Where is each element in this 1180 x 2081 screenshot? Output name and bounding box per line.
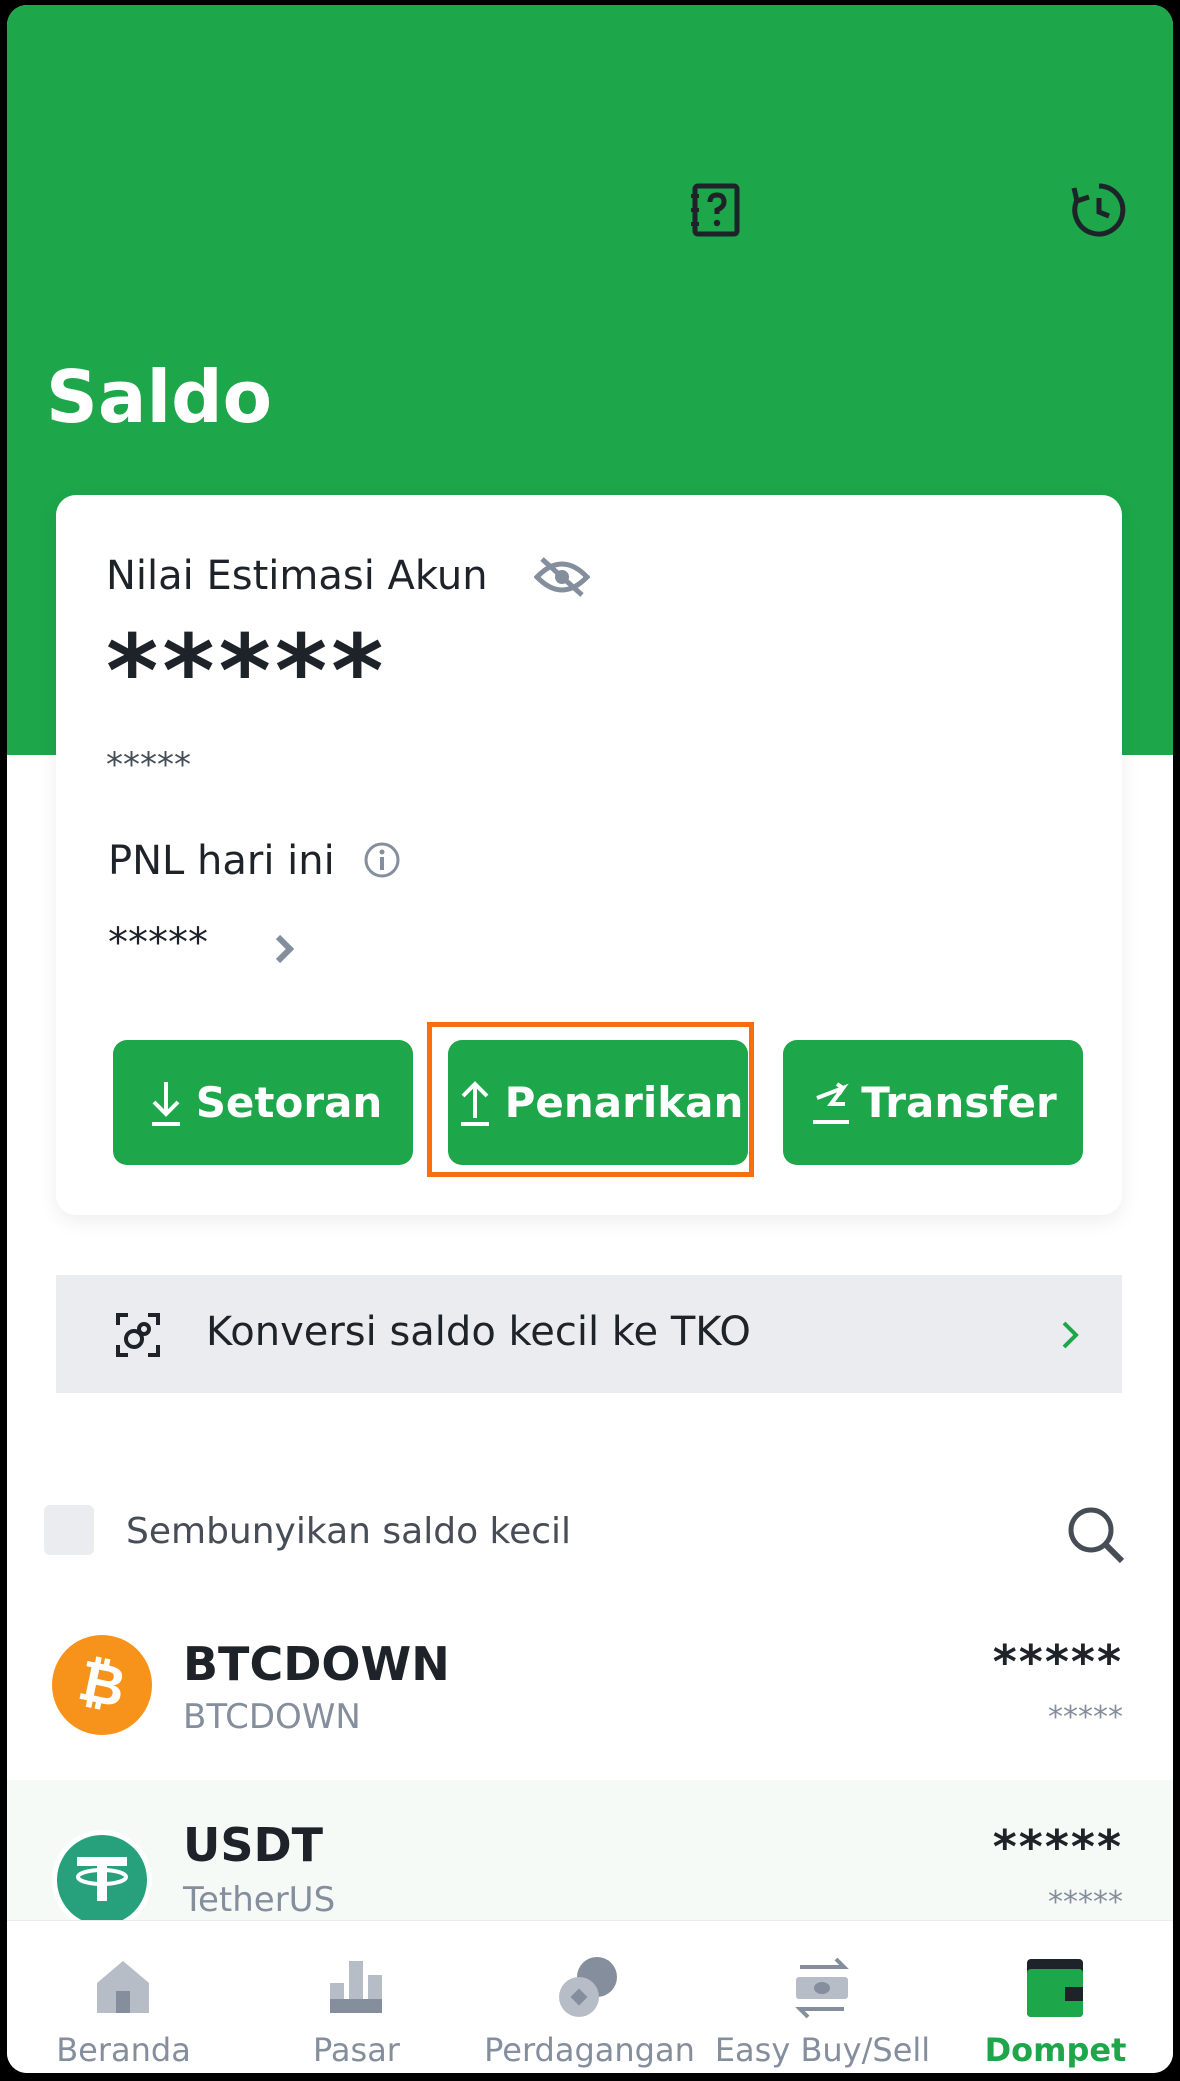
- download-arrow-icon: [151, 1081, 180, 1126]
- chevron-right-icon[interactable]: [270, 927, 300, 971]
- nav-item-home[interactable]: Beranda: [7, 1921, 240, 2073]
- asset-sub-value: *****: [1048, 1885, 1123, 1920]
- convert-banner-label: Konversi saldo kecil ke TKO: [206, 1309, 751, 1355]
- asset-value: *****: [992, 1820, 1123, 1874]
- home-icon: [87, 1953, 159, 2021]
- estimate-value: *****: [106, 613, 388, 730]
- hide-balance-eye-icon[interactable]: [533, 555, 591, 599]
- info-icon[interactable]: [362, 840, 402, 880]
- exchange-cash-icon: [786, 1953, 858, 2021]
- nav-label: Perdagangan: [484, 2031, 695, 2069]
- asset-name: TetherUS: [183, 1880, 336, 1920]
- nav-label: Pasar: [313, 2031, 400, 2069]
- withdraw-highlight-box: [427, 1022, 754, 1177]
- nav-item-wallet[interactable]: Dompet: [939, 1921, 1172, 2073]
- nav-item-market[interactable]: Pasar: [240, 1921, 473, 2073]
- transfer-arrows-icon: [813, 1081, 850, 1124]
- transfer-button-label: Transfer: [861, 1078, 1057, 1127]
- history-clock-icon[interactable]: [1069, 180, 1129, 240]
- nav-item-trade[interactable]: Perdagangan: [473, 1921, 706, 2073]
- hide-small-balance-row: Sembunyikan saldo kecil: [44, 1503, 1134, 1564]
- tether-icon: [52, 1830, 152, 1930]
- transfer-button[interactable]: Transfer: [783, 1040, 1083, 1165]
- bitcoin-icon: ₿: [52, 1635, 152, 1735]
- asset-name: BTCDOWN: [183, 1697, 361, 1737]
- nav-label: Dompet: [984, 2031, 1127, 2069]
- wallet-screen: Saldo Nilai Estimasi Akun ***** ***** PN…: [7, 5, 1173, 2073]
- svg-text:₿: ₿: [73, 1648, 131, 1721]
- estimate-sub-value: *****: [106, 745, 191, 785]
- asset-value: *****: [992, 1635, 1123, 1689]
- asset-sub-value: *****: [1048, 1700, 1123, 1735]
- trade-coins-icon: [553, 1953, 625, 2021]
- asset-row[interactable]: ₿ BTCDOWN BTCDOWN ***** *****: [7, 1595, 1173, 1775]
- search-icon[interactable]: [1064, 1503, 1128, 1567]
- hide-small-balance-label[interactable]: Sembunyikan saldo kecil: [126, 1511, 571, 1552]
- deposit-button[interactable]: Setoran: [113, 1040, 413, 1165]
- nav-label: Beranda: [56, 2031, 191, 2069]
- pnl-value[interactable]: *****: [108, 920, 208, 966]
- estimate-label: Nilai Estimasi Akun: [106, 553, 488, 599]
- market-chart-icon: [320, 1953, 392, 2021]
- hide-small-balance-checkbox[interactable]: [44, 1505, 94, 1555]
- help-book-icon[interactable]: [687, 180, 747, 240]
- nav-label: Easy Buy/Sell: [714, 2031, 931, 2069]
- wallet-icon: [1019, 1953, 1091, 2021]
- bottom-nav: Beranda Pasar Perdagangan Easy Buy/Sell …: [7, 1920, 1173, 2073]
- asset-symbol: BTCDOWN: [183, 1637, 450, 1691]
- deposit-button-label: Setoran: [195, 1078, 383, 1127]
- asset-symbol: USDT: [183, 1818, 324, 1872]
- page-title: Saldo: [46, 355, 273, 439]
- convert-small-balance-banner[interactable]: Konversi saldo kecil ke TKO: [56, 1275, 1122, 1393]
- pnl-label: PNL hari ini: [108, 838, 335, 884]
- scan-convert-icon: [114, 1311, 162, 1359]
- chevron-right-icon: [1056, 1313, 1086, 1357]
- nav-item-easy-buy-sell[interactable]: Easy Buy/Sell: [706, 1921, 939, 2073]
